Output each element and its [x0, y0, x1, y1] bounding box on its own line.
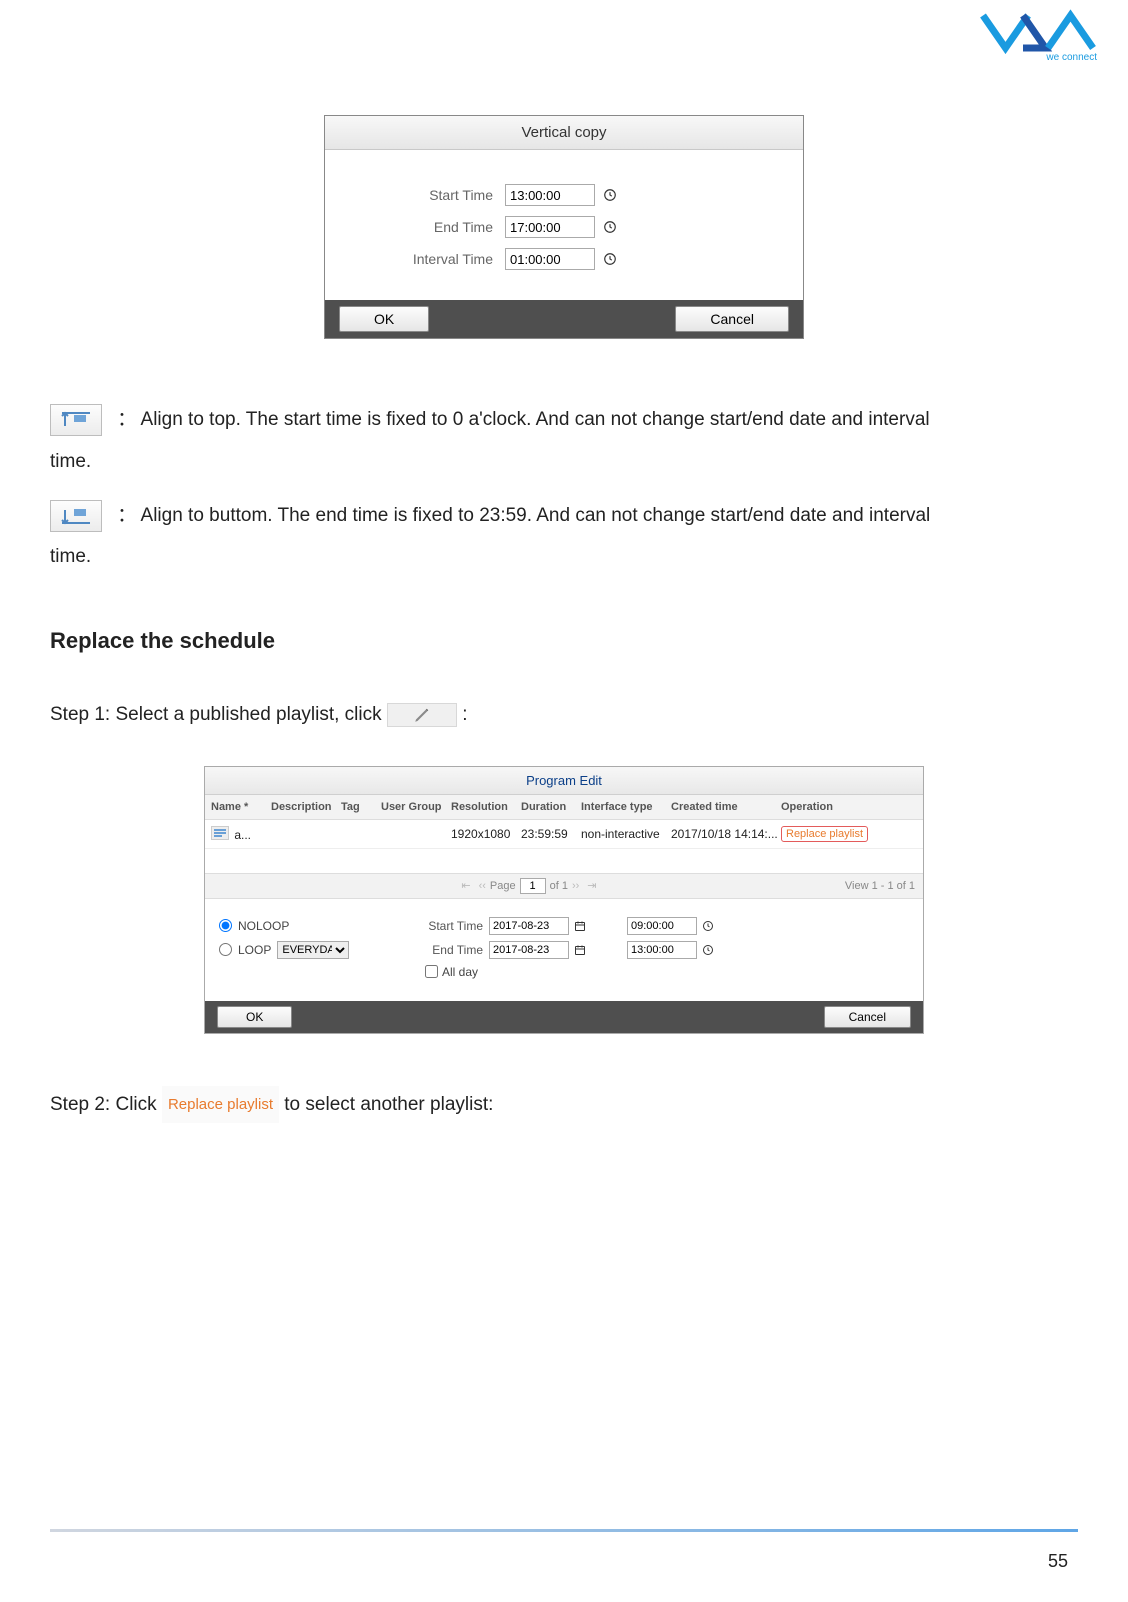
- col-resolution: Resolution: [451, 801, 521, 813]
- interval-time-input[interactable]: [505, 248, 595, 270]
- noloop-label: NOLOOP: [238, 919, 289, 933]
- cell-created: 2017/10/18 14:14:...: [671, 827, 781, 841]
- pager-next-icon[interactable]: ››: [572, 880, 579, 892]
- col-desc: Description: [271, 801, 341, 813]
- interval-time-label: Interval Time: [365, 251, 505, 267]
- step2-line: Step 2: Click Replace playlist to select…: [50, 1084, 1078, 1126]
- end-date-input[interactable]: [489, 941, 569, 959]
- pager-of-label: of 1: [550, 880, 568, 892]
- cell-resolution: 1920x1080: [451, 827, 521, 841]
- clock-icon[interactable]: [601, 250, 619, 268]
- clock-icon[interactable]: [601, 218, 619, 236]
- clock-icon[interactable]: [601, 186, 619, 204]
- align-bottom-text: Align to buttom. The end time is fixed t…: [141, 505, 931, 526]
- cancel-button[interactable]: Cancel: [675, 306, 789, 332]
- cell-name: a...: [211, 826, 271, 842]
- replace-playlist-link[interactable]: Replace playlist: [781, 826, 868, 842]
- table-row[interactable]: a... 1920x1080 23:59:59 non-interactive …: [205, 820, 923, 849]
- cell-operation: Replace playlist: [781, 826, 917, 842]
- calendar-icon[interactable]: [573, 919, 587, 933]
- col-tag: Tag: [341, 801, 381, 813]
- step2-post: to select another playlist:: [284, 1094, 493, 1115]
- start-time-input[interactable]: [627, 917, 697, 935]
- dialog-title: Vertical copy: [325, 116, 803, 150]
- section-heading: Replace the schedule: [50, 628, 1078, 654]
- calendar-icon[interactable]: [573, 943, 587, 957]
- allday-checkbox[interactable]: [425, 965, 438, 978]
- align-bottom-paragraph: ： Align to buttom. The end time is fixed…: [50, 495, 1078, 537]
- pager-page-label: Page: [490, 880, 516, 892]
- col-interface: Interface type: [581, 801, 671, 813]
- align-bottom-text-cont: time.: [50, 536, 1078, 578]
- start-time-label: Start Time: [419, 919, 489, 933]
- clock-icon[interactable]: [701, 943, 715, 957]
- playlist-icon: [211, 826, 229, 840]
- colon: ：: [117, 409, 136, 430]
- replace-playlist-button: Replace playlist: [162, 1086, 279, 1123]
- cell-interface: non-interactive: [581, 827, 671, 841]
- pager-view-label: View 1 - 1 of 1: [845, 880, 915, 892]
- step2-pre: Step 2: Click: [50, 1094, 157, 1115]
- cell-name-text: a...: [234, 828, 251, 842]
- pager-last-icon[interactable]: ⇥: [587, 879, 596, 892]
- start-time-label: Start Time: [365, 187, 505, 203]
- end-time-label: End Time: [365, 219, 505, 235]
- align-top-text-cont: time.: [50, 441, 1078, 483]
- end-time-input[interactable]: [505, 216, 595, 238]
- col-duration: Duration: [521, 801, 581, 813]
- align-top-text: Align to top. The start time is fixed to…: [141, 409, 930, 430]
- dialog-title: Program Edit: [205, 767, 923, 795]
- table-header: Name * Description Tag User Group Resolu…: [205, 795, 923, 820]
- ok-button[interactable]: OK: [339, 306, 429, 332]
- cancel-button[interactable]: Cancel: [824, 1006, 911, 1028]
- loop-radio[interactable]: [219, 943, 232, 956]
- pager-prev-icon[interactable]: ‹‹: [479, 880, 486, 892]
- page-number: 55: [1048, 1551, 1068, 1572]
- pager-first-icon[interactable]: ⇤: [461, 879, 470, 892]
- edit-icon: [387, 703, 457, 727]
- align-bottom-icon: [50, 500, 102, 532]
- step1-pre: Step 1: Select a published playlist, cli…: [50, 704, 382, 725]
- ok-button[interactable]: OK: [217, 1006, 292, 1028]
- col-created: Created time: [671, 801, 781, 813]
- clock-icon[interactable]: [701, 919, 715, 933]
- col-name: Name *: [211, 801, 271, 813]
- step1-line: Step 1: Select a published playlist, cli…: [50, 694, 1078, 736]
- colon: ：: [117, 505, 136, 526]
- program-edit-dialog: Program Edit Name * Description Tag User…: [204, 766, 924, 1034]
- pager-page-input[interactable]: [520, 878, 546, 894]
- step1-post: :: [462, 704, 467, 725]
- noloop-radio[interactable]: [219, 919, 232, 932]
- end-time-label: End Time: [419, 943, 489, 957]
- align-top-icon: [50, 404, 102, 436]
- allday-label: All day: [442, 965, 478, 979]
- cell-duration: 23:59:59: [521, 827, 581, 841]
- vertical-copy-dialog: Vertical copy Start Time End Time Interv…: [324, 115, 804, 339]
- align-top-paragraph: ： Align to top. The start time is fixed …: [50, 399, 1078, 441]
- pager: ⇤ ‹‹ Page of 1 ›› ⇥ View 1 - 1 of 1: [205, 873, 923, 899]
- col-operation: Operation: [781, 801, 917, 813]
- col-usergroup: User Group: [381, 801, 451, 813]
- start-date-input[interactable]: [489, 917, 569, 935]
- footer-divider: [50, 1529, 1078, 1532]
- loop-label: LOOP: [238, 943, 271, 957]
- start-time-input[interactable]: [505, 184, 595, 206]
- end-time-input[interactable]: [627, 941, 697, 959]
- brand-logo: we connect: [978, 8, 1098, 63]
- logo-tagline-svg: we connect: [1045, 52, 1097, 63]
- loop-select[interactable]: EVERYDAY: [277, 941, 349, 959]
